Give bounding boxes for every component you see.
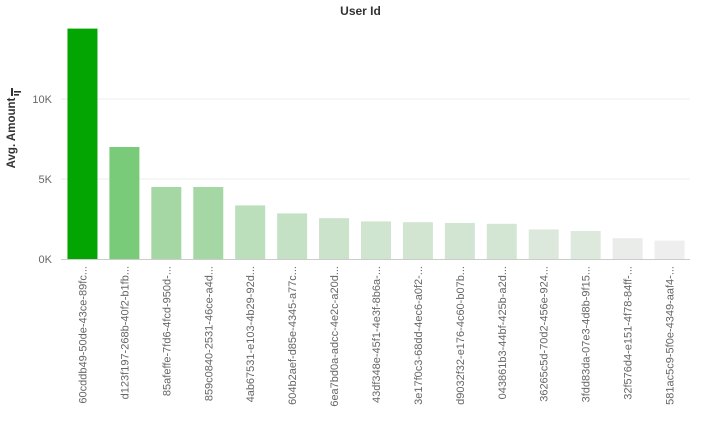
x-tick-label: 60cddb49-50de-43ce-89fc... (77, 266, 89, 404)
bar[interactable] (277, 213, 308, 259)
bar[interactable] (528, 229, 559, 259)
x-tick-label: 043861b3-44bf-425b-a2d... (497, 266, 509, 399)
bar[interactable] (193, 187, 224, 259)
x-tick-label: 859c0840-2531-46ce-a4d... (203, 266, 215, 401)
bar[interactable] (570, 231, 601, 259)
bar[interactable] (319, 218, 350, 259)
bar[interactable] (109, 147, 140, 259)
y-tick-label: 0K (39, 254, 53, 266)
x-tick-label: 43df348e-45f1-4e3f-8b6a-... (371, 266, 383, 403)
x-tick-label: 4ab67531-e103-4b29-92d... (245, 266, 257, 402)
bar[interactable] (235, 205, 266, 259)
x-tick-label: 581ac5c9-5f0e-4349-aaf4-... (665, 266, 677, 405)
x-tick-label: 604b2aef-d85e-4345-a77c... (287, 266, 299, 405)
bar[interactable] (486, 223, 517, 259)
bar[interactable] (654, 240, 685, 259)
chart: User Id Avg. Amount 0K 5K 10K 60cddb49-50de… (0, 0, 721, 429)
bar[interactable] (612, 238, 643, 259)
x-tick-label: 85afeffe-7fd6-4fcd-950d-... (161, 266, 173, 396)
y-tick-label: 10K (32, 94, 52, 106)
x-tick-label: d9032f32-e176-4c60-b07b... (455, 266, 467, 405)
x-tick-label: 6ea7bd0a-adcc-4e2c-a20d... (329, 266, 341, 407)
bar[interactable] (151, 187, 182, 259)
x-tick-label: 3fdd83da-07e3-4d8b-9f15... (581, 266, 593, 402)
bar[interactable] (402, 222, 433, 259)
bar[interactable] (361, 221, 391, 259)
y-tick-label: 5K (39, 174, 53, 186)
bar[interactable] (67, 28, 98, 259)
x-tick-label: 32f576d4-e151-4f78-84ff-... (623, 266, 635, 400)
plot-area: 0K 5K 10K 60cddb49-50de-43ce-89fc... d123f19… (32, 28, 690, 407)
x-tick-label: 3e17f0c3-68dd-4ec6-a0f2-... (413, 266, 425, 405)
bar[interactable] (444, 223, 475, 259)
x-tick-label: d123f197-268b-40f2-b1fb... (119, 266, 131, 399)
x-tick-label: 36265c5d-70d2-456e-924... (539, 266, 551, 402)
